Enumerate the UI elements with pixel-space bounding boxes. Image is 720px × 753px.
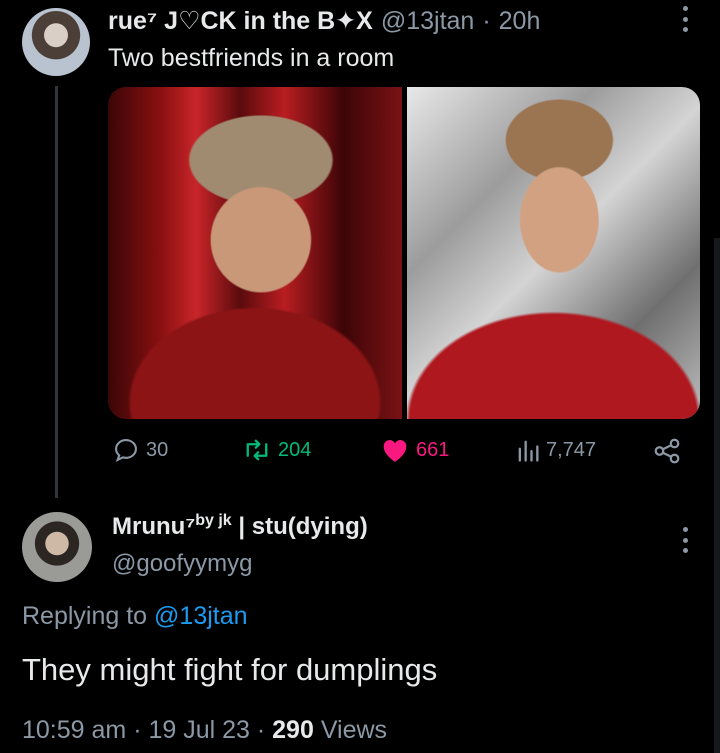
views-button[interactable]: 7,747 <box>516 436 596 464</box>
action-bar: 30 204 661 7,747 <box>108 436 700 476</box>
tweet-text: They might fight for dumplings <box>22 652 438 687</box>
tweet-thread: rue⁷ J♡CK in the B✦X @13jtan · 20h Two b… <box>0 0 720 753</box>
author-name-sup: by jk <box>195 512 232 529</box>
author-name-main: Mrunu⁷ <box>112 513 196 540</box>
meta-separator: · <box>126 716 149 744</box>
tweet-time[interactable]: 10:59 am <box>22 716 126 744</box>
more-icon[interactable] <box>680 6 690 32</box>
replying-to: Replying to @13jtan <box>22 602 248 631</box>
tweet-text: Two bestfriends in a room <box>108 44 395 72</box>
tweet-meta: 10:59 am · 19 Jul 23 · 290 Views <box>22 716 387 745</box>
views-icon <box>518 440 539 462</box>
share-button[interactable] <box>652 436 682 466</box>
retweet-button[interactable]: 204 <box>242 436 311 464</box>
scrollbar-track[interactable] <box>714 238 720 753</box>
views-label: Views <box>313 716 388 744</box>
reply-icon <box>115 439 137 462</box>
views-count: 7,747 <box>546 438 597 461</box>
author-handle[interactable]: @goofyymyg <box>112 550 252 578</box>
reply-button[interactable]: 30 <box>112 436 168 464</box>
tweet-date[interactable]: 19 Jul 23 <box>148 716 249 744</box>
thread-line <box>55 86 58 498</box>
media-image-right[interactable] <box>406 87 700 419</box>
replying-prefix: Replying to <box>22 602 155 630</box>
tweet-header: rue⁷ J♡CK in the B✦X @13jtan · 20h <box>108 6 540 36</box>
avatar[interactable] <box>22 8 90 76</box>
tweet-time[interactable]: 20h <box>499 7 541 36</box>
replying-mention-link[interactable]: @13jtan <box>154 602 248 630</box>
author-handle[interactable]: @13jtan <box>381 7 475 36</box>
retweet-icon <box>246 439 268 461</box>
media-image-left[interactable] <box>108 87 402 419</box>
heart-icon <box>383 440 407 462</box>
meta-separator: · <box>249 716 273 744</box>
author-name[interactable]: rue⁷ J♡CK in the B✦X <box>108 6 373 36</box>
avatar[interactable] <box>22 512 92 582</box>
dot-separator: · <box>482 7 491 35</box>
reply-count: 30 <box>146 438 169 461</box>
tweet-media <box>108 87 700 419</box>
like-count: 661 <box>416 438 450 461</box>
views-count: 290 <box>272 716 314 744</box>
like-button[interactable]: 661 <box>380 436 449 464</box>
share-icon <box>654 438 680 464</box>
author-name-suffix: | stu(dying) <box>231 513 368 540</box>
retweet-count: 204 <box>278 438 312 461</box>
more-icon[interactable] <box>680 527 690 553</box>
author-name[interactable]: Mrunu⁷by jk | stu(dying) <box>112 512 368 541</box>
